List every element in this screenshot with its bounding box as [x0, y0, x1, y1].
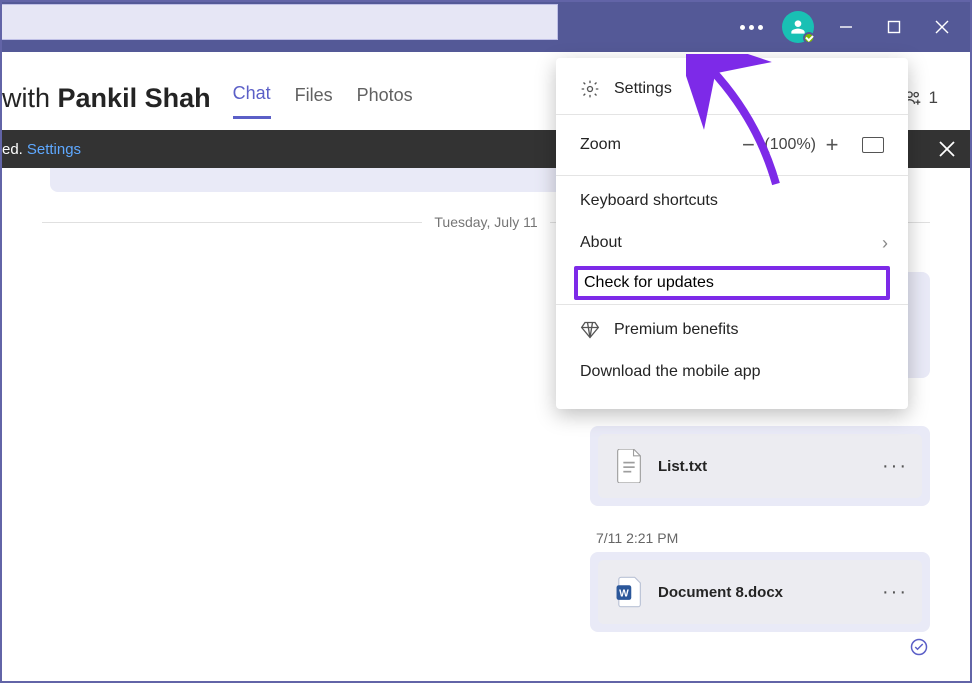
file-more-button[interactable]: ··· [882, 455, 908, 478]
banner-settings-link[interactable]: Settings [27, 141, 81, 158]
minimize-button[interactable] [822, 4, 870, 50]
chevron-right-icon: › [882, 233, 888, 254]
banner-close-button[interactable] [930, 130, 964, 168]
more-options-icon[interactable] [728, 4, 774, 50]
menu-label: Keyboard shortcuts [580, 192, 718, 210]
message-bubble: W Document 8.docx ··· [590, 552, 930, 632]
message-bubble [50, 168, 570, 192]
menu-about[interactable]: About › [556, 222, 908, 264]
word-file-icon: W [612, 572, 646, 612]
chat-title: with Pankil Shah [2, 83, 211, 114]
settings-menu: Settings Zoom − (100%) + Keyboard shortc… [556, 58, 908, 409]
presence-badge [803, 32, 815, 44]
menu-settings[interactable]: Settings [556, 68, 908, 110]
message-time: 7/11 2:21 PM [590, 530, 930, 546]
zoom-value: (100%) [764, 136, 816, 154]
zoom-in-button[interactable]: + [816, 132, 848, 158]
search-input[interactable] [2, 4, 558, 40]
menu-label: Download the mobile app [580, 363, 761, 381]
gear-icon [580, 79, 600, 99]
fullscreen-icon[interactable] [862, 137, 884, 153]
banner-text: ed. [2, 141, 23, 158]
read-receipt-icon [908, 636, 930, 658]
file-name: List.txt [658, 458, 870, 475]
tab-photos[interactable]: Photos [357, 79, 413, 118]
date-divider-text: Tuesday, July 11 [422, 214, 549, 230]
message-group: 7/11 2:21 PM W Document 8.docx ··· [590, 530, 930, 658]
maximize-button[interactable] [870, 4, 918, 50]
file-more-button[interactable]: ··· [882, 581, 908, 604]
participant-count: 1 [929, 88, 938, 108]
tab-bar: Chat Files Photos [233, 77, 413, 119]
zoom-label: Zoom [580, 136, 621, 154]
file-attachment[interactable]: List.txt ··· [598, 434, 922, 498]
zoom-out-button[interactable]: − [732, 132, 764, 158]
title-bar [2, 2, 970, 52]
file-attachment[interactable]: W Document 8.docx ··· [598, 560, 922, 624]
menu-keyboard-shortcuts[interactable]: Keyboard shortcuts [556, 180, 908, 222]
menu-label: Premium benefits [614, 321, 739, 339]
svg-text:W: W [619, 589, 629, 600]
close-button[interactable] [918, 4, 966, 50]
avatar[interactable] [782, 11, 814, 43]
menu-check-updates[interactable]: Check for updates [574, 266, 890, 300]
message-group: List.txt ··· [590, 402, 930, 506]
message-bubble: List.txt ··· [590, 426, 930, 506]
text-file-icon [612, 446, 646, 486]
file-name: Document 8.docx [658, 584, 870, 601]
menu-premium[interactable]: Premium benefits [556, 309, 908, 351]
menu-download-app[interactable]: Download the mobile app [556, 351, 908, 393]
menu-zoom: Zoom − (100%) + [556, 119, 908, 171]
menu-label: Settings [614, 80, 672, 98]
tab-chat[interactable]: Chat [233, 77, 271, 119]
tab-files[interactable]: Files [295, 79, 333, 118]
menu-label: Check for updates [584, 274, 714, 291]
menu-label: About [580, 234, 622, 252]
diamond-icon [580, 320, 600, 340]
